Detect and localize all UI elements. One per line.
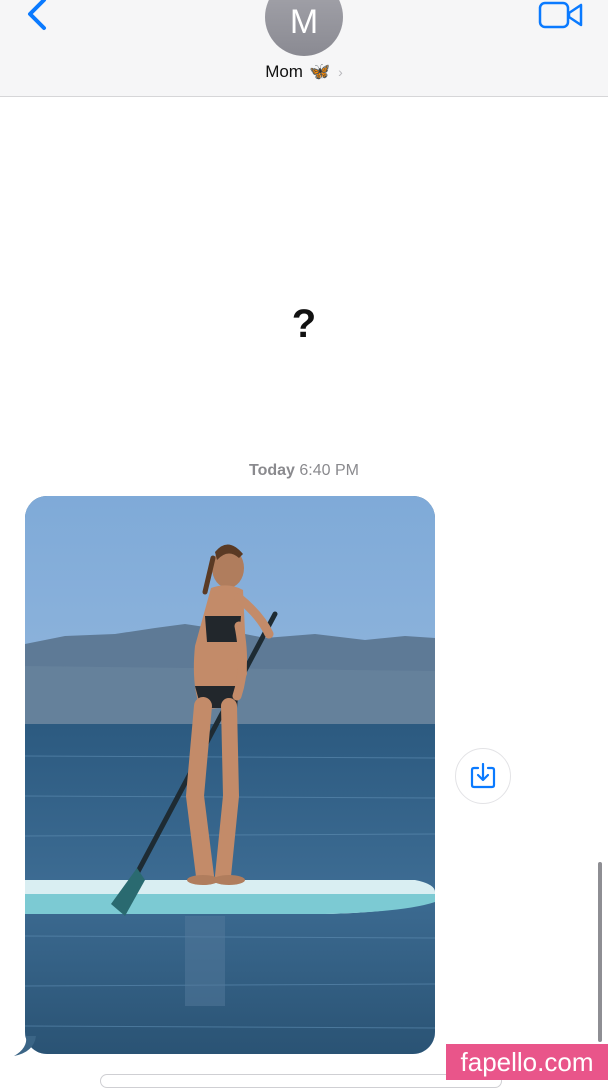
avatar-initial: M — [289, 2, 319, 41]
conversation-header: M Mom 🦋 › — [0, 0, 608, 97]
save-photo-button[interactable] — [455, 748, 511, 804]
contact-avatar[interactable]: M — [265, 0, 343, 56]
bubble-tail — [14, 1036, 36, 1056]
chevron-right-icon: › — [338, 64, 343, 80]
message-input-field[interactable] — [100, 1074, 502, 1088]
photo-message-bubble[interactable] — [25, 496, 435, 1054]
watermark-badge: fapello.com — [446, 1044, 608, 1080]
timestamp-day: Today — [249, 462, 295, 479]
facetime-video-button[interactable] — [538, 0, 584, 32]
butterfly-emoji-icon: 🦋 — [308, 62, 331, 81]
video-camera-icon — [538, 1, 583, 29]
contact-details-button[interactable]: Mom 🦋 › — [265, 62, 343, 82]
contact-name: Mom — [265, 62, 303, 81]
timestamp-time: 6:40 PM — [299, 462, 359, 479]
photo-attachment-image — [25, 496, 435, 1054]
chevron-left-icon — [28, 0, 46, 30]
save-to-photos-icon — [470, 763, 496, 789]
received-message-text: ? — [291, 302, 317, 346]
watermark-text: fapello.com — [460, 1046, 594, 1077]
back-button[interactable] — [18, 0, 58, 40]
contact-name-row: Mom 🦋 › — [0, 62, 608, 82]
message-timestamp: Today 6:40 PM — [0, 462, 608, 480]
scrollbar[interactable] — [598, 862, 602, 1042]
